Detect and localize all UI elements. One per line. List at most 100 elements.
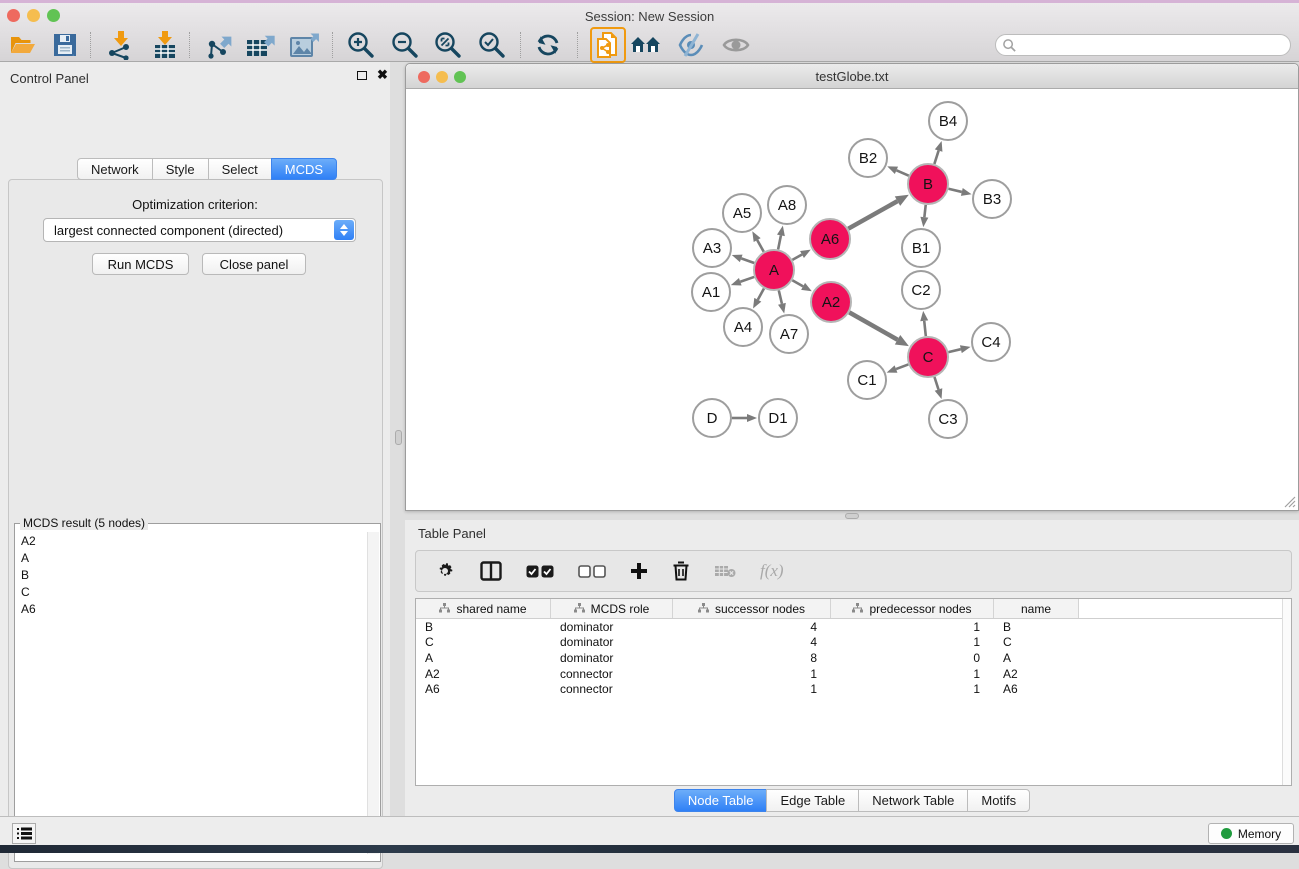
cell-predecessor-nodes[interactable]: 1 — [831, 667, 994, 681]
resize-grip-icon[interactable] — [1283, 495, 1296, 508]
graph-node-B2[interactable]: B2 — [849, 139, 887, 177]
cell-predecessor-nodes[interactable]: 1 — [831, 682, 994, 696]
cell-predecessor-nodes[interactable]: 0 — [831, 651, 994, 665]
graph-edge[interactable] — [758, 288, 764, 299]
float-panel-icon[interactable] — [357, 71, 367, 80]
graph-node-C[interactable]: C — [908, 337, 948, 377]
column-header-successor-nodes[interactable]: successor nodes — [673, 599, 831, 618]
table-row[interactable]: Cdominator41C — [416, 635, 1291, 651]
cell-MCDS-role[interactable]: dominator — [551, 635, 673, 649]
graph-edge[interactable] — [848, 201, 897, 229]
table-row[interactable]: A6connector11A6 — [416, 681, 1291, 697]
graph-edge[interactable] — [948, 189, 961, 192]
graph-node-C2[interactable]: C2 — [902, 271, 940, 309]
cell-shared-name[interactable]: A — [416, 651, 551, 665]
cell-MCDS-role[interactable]: dominator — [551, 620, 673, 634]
tab-select[interactable]: Select — [208, 158, 272, 180]
graph-edge[interactable] — [924, 205, 925, 217]
network-window-titlebar[interactable]: testGlobe.txt — [406, 64, 1298, 89]
deselect-all-columns-icon[interactable] — [578, 556, 606, 586]
result-scrollbar[interactable] — [367, 532, 379, 854]
cell-name[interactable]: B — [994, 620, 1079, 634]
graph-node-A1[interactable]: A1 — [692, 273, 730, 311]
split-view-icon[interactable] — [480, 556, 502, 586]
run-mcds-button[interactable]: Run MCDS — [92, 253, 189, 275]
export-image-icon[interactable] — [288, 29, 322, 61]
tab-node-table[interactable]: Node Table — [674, 789, 768, 812]
cell-name[interactable]: A2 — [994, 667, 1079, 681]
table-scrollbar[interactable] — [1282, 599, 1291, 785]
graph-edge[interactable] — [934, 377, 938, 390]
export-network-icon[interactable] — [203, 29, 237, 61]
cell-shared-name[interactable]: B — [416, 620, 551, 634]
cell-successor-nodes[interactable]: 8 — [673, 651, 831, 665]
tab-network-table[interactable]: Network Table — [858, 789, 968, 812]
open-file-icon[interactable] — [6, 29, 40, 61]
graph-node-D[interactable]: D — [693, 399, 731, 437]
cell-predecessor-nodes[interactable]: 1 — [831, 635, 994, 649]
zoom-selected-icon[interactable] — [475, 29, 509, 61]
select-all-columns-icon[interactable] — [526, 556, 554, 586]
cell-successor-nodes[interactable]: 4 — [673, 635, 831, 649]
delete-column-icon[interactable] — [672, 556, 690, 586]
result-item[interactable]: A — [16, 549, 368, 566]
close-panel-icon[interactable]: ✖ — [377, 70, 388, 80]
close-panel-button[interactable]: Close panel — [202, 253, 306, 275]
tab-edge-table[interactable]: Edge Table — [766, 789, 859, 812]
graph-node-A4[interactable]: A4 — [724, 308, 762, 346]
column-header-name[interactable]: name — [994, 599, 1079, 618]
graph-edge[interactable] — [948, 349, 960, 352]
cell-MCDS-role[interactable]: connector — [551, 682, 673, 696]
graph-node-B1[interactable]: B1 — [902, 229, 940, 267]
zoom-out-icon[interactable] — [388, 29, 422, 61]
graph-edge[interactable] — [849, 312, 897, 339]
show-home-icon[interactable] — [630, 29, 664, 61]
cell-MCDS-role[interactable]: dominator — [551, 651, 673, 665]
function-builder-icon[interactable]: f(x) — [760, 556, 784, 586]
apply-layout-icon[interactable] — [531, 29, 565, 61]
horizontal-scroll-thumb[interactable] — [845, 513, 859, 519]
graph-node-A2[interactable]: A2 — [811, 282, 851, 322]
graph-edge[interactable] — [792, 280, 803, 286]
tab-motifs[interactable]: Motifs — [967, 789, 1030, 812]
result-item[interactable]: B — [16, 566, 368, 583]
tab-mcds[interactable]: MCDS — [271, 158, 337, 180]
graph-node-B[interactable]: B — [908, 164, 948, 204]
graph-edge[interactable] — [741, 258, 754, 263]
result-item[interactable]: C — [16, 583, 368, 600]
cell-successor-nodes[interactable]: 4 — [673, 620, 831, 634]
graph-edge[interactable] — [896, 364, 908, 369]
graph-node-B4[interactable]: B4 — [929, 102, 967, 140]
graph-node-A7[interactable]: A7 — [770, 315, 808, 353]
graph-node-B3[interactable]: B3 — [973, 180, 1011, 218]
result-item[interactable]: A6 — [16, 600, 368, 617]
save-session-icon[interactable] — [48, 29, 82, 61]
zoom-fit-icon[interactable] — [431, 29, 465, 61]
export-table-icon[interactable] — [244, 29, 278, 61]
column-header-MCDS-role[interactable]: MCDS role — [551, 599, 673, 618]
vertical-scroll-thumb[interactable] — [395, 430, 402, 445]
table-options-gear-icon[interactable] — [434, 556, 456, 586]
cell-shared-name[interactable]: C — [416, 635, 551, 649]
graph-edge[interactable] — [779, 290, 782, 303]
column-header-shared-name[interactable]: shared name — [416, 599, 551, 618]
zoom-in-icon[interactable] — [344, 29, 378, 61]
cell-shared-name[interactable]: A2 — [416, 667, 551, 681]
cell-successor-nodes[interactable]: 1 — [673, 667, 831, 681]
cell-name[interactable]: C — [994, 635, 1079, 649]
memory-button[interactable]: Memory — [1208, 823, 1294, 844]
graph-node-A3[interactable]: A3 — [693, 229, 731, 267]
graph-edge[interactable] — [757, 240, 764, 252]
graph-edge[interactable] — [792, 254, 802, 259]
tab-style[interactable]: Style — [152, 158, 209, 180]
node-attribute-table[interactable]: shared nameMCDS rolesuccessor nodesprede… — [415, 598, 1292, 786]
import-network-icon[interactable] — [103, 29, 137, 61]
import-table-icon[interactable] — [148, 29, 182, 61]
graph-node-C4[interactable]: C4 — [972, 323, 1010, 361]
delete-table-icon[interactable] — [714, 556, 736, 586]
cell-name[interactable]: A6 — [994, 682, 1079, 696]
hide-style-icon[interactable] — [674, 29, 708, 61]
cell-name[interactable]: A — [994, 651, 1079, 665]
result-item[interactable]: A2 — [16, 532, 368, 549]
graph-edge[interactable] — [896, 170, 908, 175]
